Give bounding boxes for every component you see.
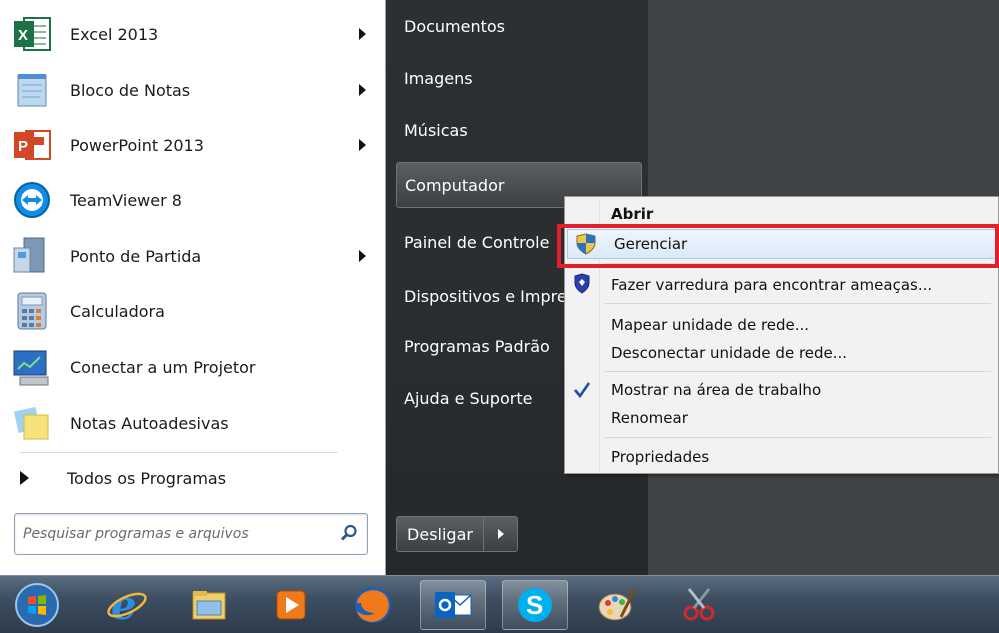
right-item-pictures[interactable]: Imagens xyxy=(404,60,473,96)
submenu-arrow-icon[interactable] xyxy=(359,84,366,96)
powerpoint-icon: P xyxy=(10,123,54,167)
search-input[interactable] xyxy=(21,514,325,554)
menu-separator xyxy=(605,263,991,264)
svg-text:e: e xyxy=(111,583,136,627)
right-item-music[interactable]: Músicas xyxy=(404,112,468,148)
outlook-icon[interactable] xyxy=(420,580,486,630)
program-notepad[interactable]: Bloco de Notas xyxy=(6,64,378,116)
menu-item-show-desktop[interactable]: Mostrar na área de trabalho xyxy=(565,375,998,405)
program-label: PowerPoint 2013 xyxy=(70,135,204,155)
context-menu: Abrir Gerenciar Fazer varredura para enc… xyxy=(564,196,999,474)
sticky-notes-icon xyxy=(10,401,54,445)
paint-icon[interactable] xyxy=(584,580,650,630)
internet-explorer-icon[interactable]: e xyxy=(94,580,160,630)
menu-item-label: Abrir xyxy=(611,205,654,223)
submenu-arrow-icon[interactable] xyxy=(359,250,366,262)
program-label: Conectar a um Projetor xyxy=(70,357,256,377)
search-box[interactable] xyxy=(14,513,368,555)
menu-item-disconnect-drive[interactable]: Desconectar unidade de rede... xyxy=(565,338,998,368)
notepad-icon xyxy=(10,68,54,112)
right-item-documents[interactable]: Documentos xyxy=(404,8,505,44)
menu-item-label: Mapear unidade de rede... xyxy=(611,316,810,334)
projector-icon xyxy=(10,345,54,389)
menu-item-label: Desconectar unidade de rede... xyxy=(611,344,848,362)
snipping-tool-icon[interactable] xyxy=(666,580,732,630)
menu-separator xyxy=(605,303,991,304)
menu-item-label: Renomear xyxy=(611,409,688,427)
right-item-control-panel[interactable]: Painel de Controle xyxy=(404,224,549,260)
right-item-devices[interactable]: Dispositivos e Impre xyxy=(404,278,567,314)
menu-icon-slot xyxy=(565,403,599,433)
menu-item-manage[interactable]: Gerenciar xyxy=(567,229,996,259)
program-calculator[interactable]: Calculadora xyxy=(6,285,378,337)
skype-icon[interactable]: S xyxy=(502,580,568,630)
teamviewer-icon xyxy=(10,178,54,222)
programs-pane: X Excel 2013 Bloco de Notas P PowerPoint… xyxy=(0,0,386,575)
menu-item-label: Propriedades xyxy=(611,448,710,466)
file-explorer-icon[interactable] xyxy=(176,580,242,630)
uac-shield-icon xyxy=(568,229,602,259)
start-orb-icon[interactable] xyxy=(4,580,70,630)
menu-item-label: Fazer varredura para encontrar ameaças..… xyxy=(611,276,933,294)
menu-item-rename[interactable]: Renomear xyxy=(565,403,998,433)
svg-text:P: P xyxy=(18,138,28,155)
menu-item-open[interactable]: Abrir xyxy=(565,199,998,229)
separator xyxy=(20,452,338,453)
shutdown-options-button[interactable] xyxy=(484,516,518,552)
program-label: Calculadora xyxy=(70,301,165,321)
program-label: Notas Autoadesivas xyxy=(70,413,229,433)
program-excel[interactable]: X Excel 2013 xyxy=(6,8,378,60)
shutdown-group: Desligar xyxy=(396,516,518,552)
menu-icon-slot xyxy=(565,442,599,472)
checkmark-icon xyxy=(565,375,599,405)
menu-separator xyxy=(605,371,991,372)
right-item-help[interactable]: Ajuda e Suporte xyxy=(404,380,532,416)
chevron-right-icon xyxy=(497,529,504,539)
program-label: Bloco de Notas xyxy=(70,80,191,100)
menu-item-scan[interactable]: Fazer varredura para encontrar ameaças..… xyxy=(565,270,998,300)
expand-arrow-icon xyxy=(20,471,29,485)
security-shield-icon xyxy=(565,270,599,300)
excel-icon: X xyxy=(10,12,54,56)
firefox-icon[interactable] xyxy=(340,580,406,630)
submenu-arrow-icon[interactable] xyxy=(359,28,366,40)
media-player-icon[interactable] xyxy=(258,580,324,630)
menu-item-label: Mostrar na área de trabalho xyxy=(611,381,822,399)
menu-item-label: Gerenciar xyxy=(614,235,688,253)
program-powerpoint[interactable]: P PowerPoint 2013 xyxy=(6,119,378,171)
taskbar: e S xyxy=(0,575,999,633)
menu-icon-slot xyxy=(565,199,599,229)
menu-item-properties[interactable]: Propriedades xyxy=(565,442,998,472)
program-label: Excel 2013 xyxy=(70,24,159,44)
program-label: Ponto de Partida xyxy=(70,246,202,266)
svg-text:S: S xyxy=(526,590,543,620)
program-sticky-notes[interactable]: Notas Autoadesivas xyxy=(6,397,378,449)
menu-item-map-drive[interactable]: Mapear unidade de rede... xyxy=(565,310,998,340)
all-programs-label: Todos os Programas xyxy=(67,468,227,488)
program-label: TeamViewer 8 xyxy=(70,190,182,210)
calculator-icon xyxy=(10,289,54,333)
svg-text:X: X xyxy=(18,27,28,44)
program-getting-started[interactable]: Ponto de Partida xyxy=(6,230,378,282)
menu-icon-slot xyxy=(565,338,599,368)
shutdown-button[interactable]: Desligar xyxy=(396,516,484,552)
right-item-default-programs[interactable]: Programas Padrão xyxy=(404,328,550,364)
program-projector[interactable]: Conectar a um Projetor xyxy=(6,341,378,393)
menu-separator xyxy=(605,437,991,438)
menu-icon-slot xyxy=(565,310,599,340)
all-programs-button[interactable]: Todos os Programas xyxy=(14,462,374,494)
getting-started-icon xyxy=(10,234,54,278)
search-icon[interactable] xyxy=(339,523,359,543)
program-teamviewer[interactable]: TeamViewer 8 xyxy=(6,174,378,226)
submenu-arrow-icon[interactable] xyxy=(359,139,366,151)
